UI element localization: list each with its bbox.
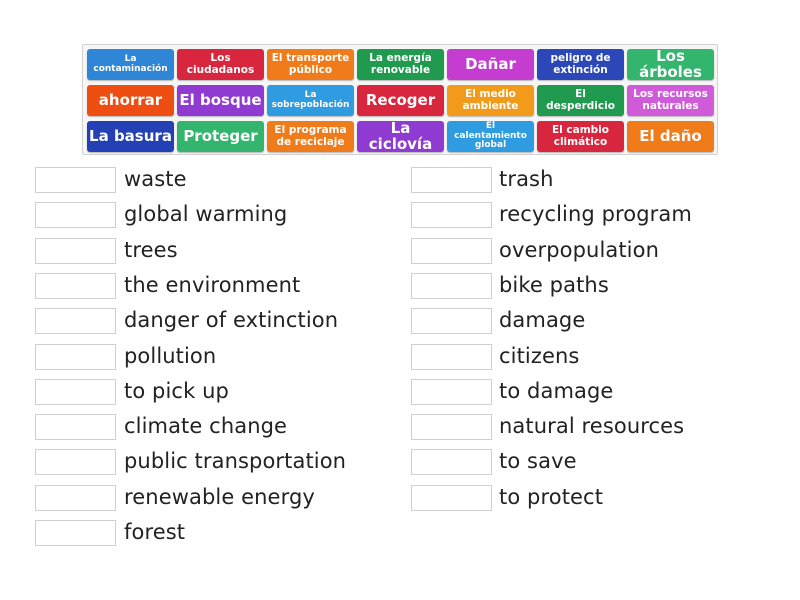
answer-tile[interactable]: El transporte público [267, 49, 354, 80]
answer-drop-slot[interactable] [35, 202, 116, 228]
answer-drop-slot[interactable] [35, 414, 116, 440]
clue-label: pollution [124, 344, 217, 368]
answer-drop-slot[interactable] [35, 273, 116, 299]
answer-tile[interactable]: El programa de reciclaje [267, 121, 354, 152]
clue-label: danger of extinction [124, 308, 339, 332]
clue-label: to damage [499, 379, 614, 403]
clue-label: overpopulation [499, 238, 659, 262]
answer-drop-slot[interactable] [411, 344, 492, 370]
answer-drop-slot[interactable] [411, 273, 492, 299]
answer-tile[interactable]: Los ciudadanos [177, 49, 264, 80]
answer-drop-slot[interactable] [411, 449, 492, 475]
clue-label: recycling program [499, 202, 692, 226]
answer-drop-slot[interactable] [411, 379, 492, 405]
answer-drop-slot[interactable] [411, 238, 492, 264]
clue-label: forest [124, 520, 186, 544]
answer-tile[interactable]: La contaminación [87, 49, 174, 80]
answer-drop-slot[interactable] [35, 485, 116, 511]
answer-tile[interactable]: ahorrar [87, 85, 174, 116]
answer-tile[interactable]: La basura [87, 121, 174, 152]
answer-tile[interactable]: El desperdicio [537, 85, 624, 116]
answer-tile[interactable]: El daño [627, 121, 714, 152]
answer-tile[interactable]: El bosque [177, 85, 264, 116]
clue-label: waste [124, 167, 187, 191]
clue-label: trash [499, 167, 554, 191]
answer-tile[interactable]: Proteger [177, 121, 264, 152]
clue-label: public transportation [124, 449, 347, 473]
answer-drop-slot[interactable] [35, 520, 116, 546]
clue-label: climate change [124, 414, 288, 438]
answer-drop-slot[interactable] [411, 308, 492, 334]
clue-label: to protect [499, 485, 604, 509]
answer-drop-slot[interactable] [35, 449, 116, 475]
clue-label: bike paths [499, 273, 609, 297]
answer-tile[interactable]: peligro de extinción [537, 49, 624, 80]
answer-tile[interactable]: El medio ambiente [447, 85, 534, 116]
answer-drop-slot[interactable] [411, 485, 492, 511]
answer-drop-slot[interactable] [411, 167, 492, 193]
answer-drop-slot[interactable] [411, 202, 492, 228]
clue-label: global warming [124, 202, 288, 226]
answer-drop-slot[interactable] [35, 308, 116, 334]
answer-drop-slot[interactable] [411, 414, 492, 440]
clue-label: citizens [499, 344, 580, 368]
clue-label: to save [499, 449, 577, 473]
answer-drop-slot[interactable] [35, 238, 116, 264]
answer-tile[interactable]: El calentamiento global [447, 121, 534, 152]
answer-tile[interactable]: Dañar [447, 49, 534, 80]
answer-tile[interactable]: Recoger [357, 85, 444, 116]
answer-tile[interactable]: La energía renovable [357, 49, 444, 80]
answer-drop-slot[interactable] [35, 344, 116, 370]
clue-label: damage [499, 308, 586, 332]
answer-drop-slot[interactable] [35, 167, 116, 193]
clue-label: the environment [124, 273, 301, 297]
answer-drop-slot[interactable] [35, 379, 116, 405]
clue-label: natural resources [499, 414, 685, 438]
clue-label: trees [124, 238, 178, 262]
answer-tile[interactable]: La ciclovía [357, 121, 444, 152]
clue-label: to pick up [124, 379, 229, 403]
answer-tile[interactable]: La sobrepoblación [267, 85, 354, 116]
answer-tile-bank: La contaminación Los ciudadanos El transpo… [82, 44, 718, 155]
answer-tile[interactable]: El cambio climático [537, 121, 624, 152]
clue-label: renewable energy [124, 485, 315, 509]
answer-tile[interactable]: Los recursos naturales [627, 85, 714, 116]
answer-tile[interactable]: Los árboles [627, 49, 714, 80]
